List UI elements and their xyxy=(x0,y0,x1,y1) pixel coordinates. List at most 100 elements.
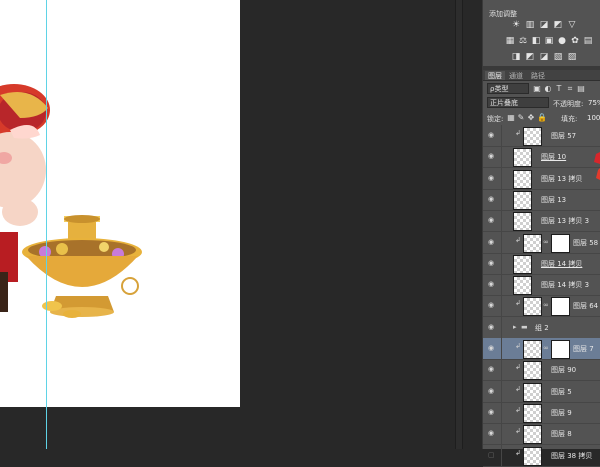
layer-thumbnail[interactable] xyxy=(513,276,532,296)
eye-icon[interactable]: ◉ xyxy=(488,152,494,160)
lock-transparency-icon[interactable]: ▦ xyxy=(507,113,515,122)
layer-row[interactable]: ◉ 图层 14 拷贝 3 xyxy=(483,274,600,297)
eye-icon[interactable]: ◉ xyxy=(488,259,494,267)
layer-name[interactable]: 图层 13 拷贝 xyxy=(541,174,582,184)
layer-name[interactable]: 图层 10 xyxy=(541,152,566,162)
layer-group-row[interactable]: ◉ ▸ ▬ 组 2 xyxy=(483,316,600,339)
visibility-toggle[interactable]: ◉ xyxy=(483,231,502,253)
smart-object-filter-icon[interactable]: ▤ xyxy=(577,84,585,93)
posterize-icon[interactable]: ◩ xyxy=(525,52,535,62)
layer-row[interactable]: ◉ ↲ ∞ 图层 58 xyxy=(483,231,600,254)
levels-icon[interactable]: ▥ xyxy=(525,20,535,30)
layer-row[interactable]: ◉ ↲ ∞ 图层 7 xyxy=(483,338,600,360)
layer-thumbnail[interactable] xyxy=(523,340,542,359)
curves-icon[interactable]: ◪ xyxy=(539,20,549,30)
opacity-value[interactable]: 75% xyxy=(588,99,600,107)
layer-name[interactable]: 图层 13 xyxy=(541,195,566,205)
layer-name[interactable]: 组 2 xyxy=(535,323,549,333)
layer-thumbnail[interactable] xyxy=(523,425,542,445)
layer-mask-thumbnail[interactable] xyxy=(551,340,570,359)
eye-icon[interactable]: ◉ xyxy=(488,408,494,416)
layer-name[interactable]: 图层 13 拷贝 3 xyxy=(541,216,589,226)
eye-icon[interactable]: ◉ xyxy=(488,429,494,437)
hue-saturation-icon[interactable]: ⚖ xyxy=(518,36,528,46)
layer-name[interactable]: 图层 58 xyxy=(573,238,598,248)
eye-icon[interactable]: ◉ xyxy=(488,280,494,288)
threshold-icon[interactable]: ◪ xyxy=(539,52,549,62)
layer-row[interactable]: ◉ 图层 13 拷贝 xyxy=(483,167,600,190)
layer-mask-thumbnail[interactable] xyxy=(551,297,570,317)
adjustment-filter-icon[interactable]: ◐ xyxy=(544,84,552,93)
visibility-toggle[interactable]: ◉ xyxy=(483,188,502,210)
layer-name[interactable]: 图层 90 xyxy=(551,365,576,375)
shape-filter-icon[interactable]: ⌗ xyxy=(566,84,574,93)
vertical-guide-line[interactable] xyxy=(46,0,47,449)
expand-arrow-icon[interactable]: ▸ xyxy=(513,323,517,331)
visibility-toggle[interactable]: ◉ xyxy=(483,295,502,317)
layer-row[interactable]: ◉ ↲ 图层 57 xyxy=(483,125,600,147)
tab-layers[interactable]: 图层 xyxy=(485,71,505,80)
layer-thumbnail[interactable] xyxy=(523,297,542,317)
eye-icon[interactable]: ◉ xyxy=(488,365,494,373)
filter-type-select[interactable]: ρ类型 xyxy=(487,83,529,94)
layer-row[interactable]: ▢ ↲ 图层 38 拷贝 xyxy=(483,444,600,467)
layer-thumbnail[interactable] xyxy=(513,169,532,189)
layer-thumbnail[interactable] xyxy=(513,190,532,210)
layer-row[interactable]: ◉ 图层 13 xyxy=(483,188,600,211)
eye-icon[interactable]: ◉ xyxy=(488,131,494,139)
black-white-icon[interactable]: ▣ xyxy=(544,36,554,46)
layer-name[interactable]: 图层 7 xyxy=(573,344,594,354)
visibility-toggle[interactable]: ◉ xyxy=(483,252,502,274)
pixel-filter-icon[interactable]: ▣ xyxy=(533,84,541,93)
layer-name[interactable]: 图层 9 xyxy=(551,408,572,418)
visibility-toggle[interactable]: ◉ xyxy=(483,146,502,168)
visibility-toggle[interactable]: ◉ xyxy=(483,125,502,146)
lock-position-icon[interactable]: ✥ xyxy=(527,113,535,122)
blend-mode-select[interactable]: 正片叠底 xyxy=(487,97,549,108)
link-icon[interactable]: ∞ xyxy=(543,238,549,246)
layer-thumbnail[interactable] xyxy=(523,382,542,402)
visibility-toggle[interactable]: ◉ xyxy=(483,316,502,338)
exposure-icon[interactable]: ◩ xyxy=(553,20,563,30)
layer-name[interactable]: 图层 38 拷贝 xyxy=(551,451,592,461)
visibility-toggle[interactable]: ▢ xyxy=(483,444,502,466)
layer-row[interactable]: ◉ ↲ ∞ 图层 64 xyxy=(483,295,600,318)
layer-row[interactable]: ◉ 图层 14 拷贝 xyxy=(483,252,600,275)
layer-thumbnail[interactable] xyxy=(523,446,542,466)
layer-thumbnail[interactable] xyxy=(523,233,542,253)
eye-icon[interactable]: ◉ xyxy=(488,323,494,331)
photo-filter-icon[interactable]: ● xyxy=(557,36,567,46)
vibrance-icon[interactable]: ▦ xyxy=(505,36,515,46)
link-icon[interactable]: ∞ xyxy=(543,301,549,309)
eye-icon[interactable]: ◉ xyxy=(488,344,494,352)
hidden-eye-icon[interactable]: ▢ xyxy=(488,451,495,459)
eye-icon[interactable]: ◉ xyxy=(488,216,494,224)
layer-name[interactable]: 图层 57 xyxy=(551,131,576,141)
layer-name[interactable]: 图层 14 拷贝 3 xyxy=(541,280,589,290)
layer-name[interactable]: 图层 64 xyxy=(573,301,598,311)
panel-divider-strip[interactable] xyxy=(455,0,463,449)
fill-value[interactable]: 100% xyxy=(587,114,600,122)
eye-icon[interactable]: ◉ xyxy=(488,174,494,182)
lock-all-icon[interactable]: 🔒 xyxy=(537,113,547,122)
document-canvas[interactable] xyxy=(0,0,240,407)
invert-icon[interactable]: ◨ xyxy=(511,52,521,62)
color-lookup-icon[interactable]: ▤ xyxy=(583,36,593,46)
layer-thumbnail[interactable] xyxy=(523,403,542,423)
visibility-toggle[interactable]: ◉ xyxy=(483,359,502,381)
visibility-toggle[interactable]: ◉ xyxy=(483,401,502,423)
gradient-map-icon[interactable]: ▧ xyxy=(553,52,563,62)
tab-channels[interactable]: 通道 xyxy=(509,71,523,81)
type-filter-icon[interactable]: T xyxy=(555,84,563,93)
layer-row[interactable]: ◉ ↲ 图层 90 xyxy=(483,359,600,382)
layer-name[interactable]: 图层 8 xyxy=(551,429,572,439)
visibility-toggle[interactable]: ◉ xyxy=(483,167,502,189)
visibility-toggle[interactable]: ◉ xyxy=(483,210,502,232)
layer-thumbnail[interactable] xyxy=(513,254,532,274)
layer-thumbnail[interactable] xyxy=(513,148,532,168)
gradient-triangle-icon[interactable]: ▽ xyxy=(567,20,577,30)
layer-row[interactable]: ◉ ↲ 图层 8 xyxy=(483,423,600,446)
layer-row[interactable]: ◉ 图层 10 xyxy=(483,146,600,169)
visibility-toggle[interactable]: ◉ xyxy=(483,423,502,445)
layer-thumbnail[interactable] xyxy=(523,361,542,381)
